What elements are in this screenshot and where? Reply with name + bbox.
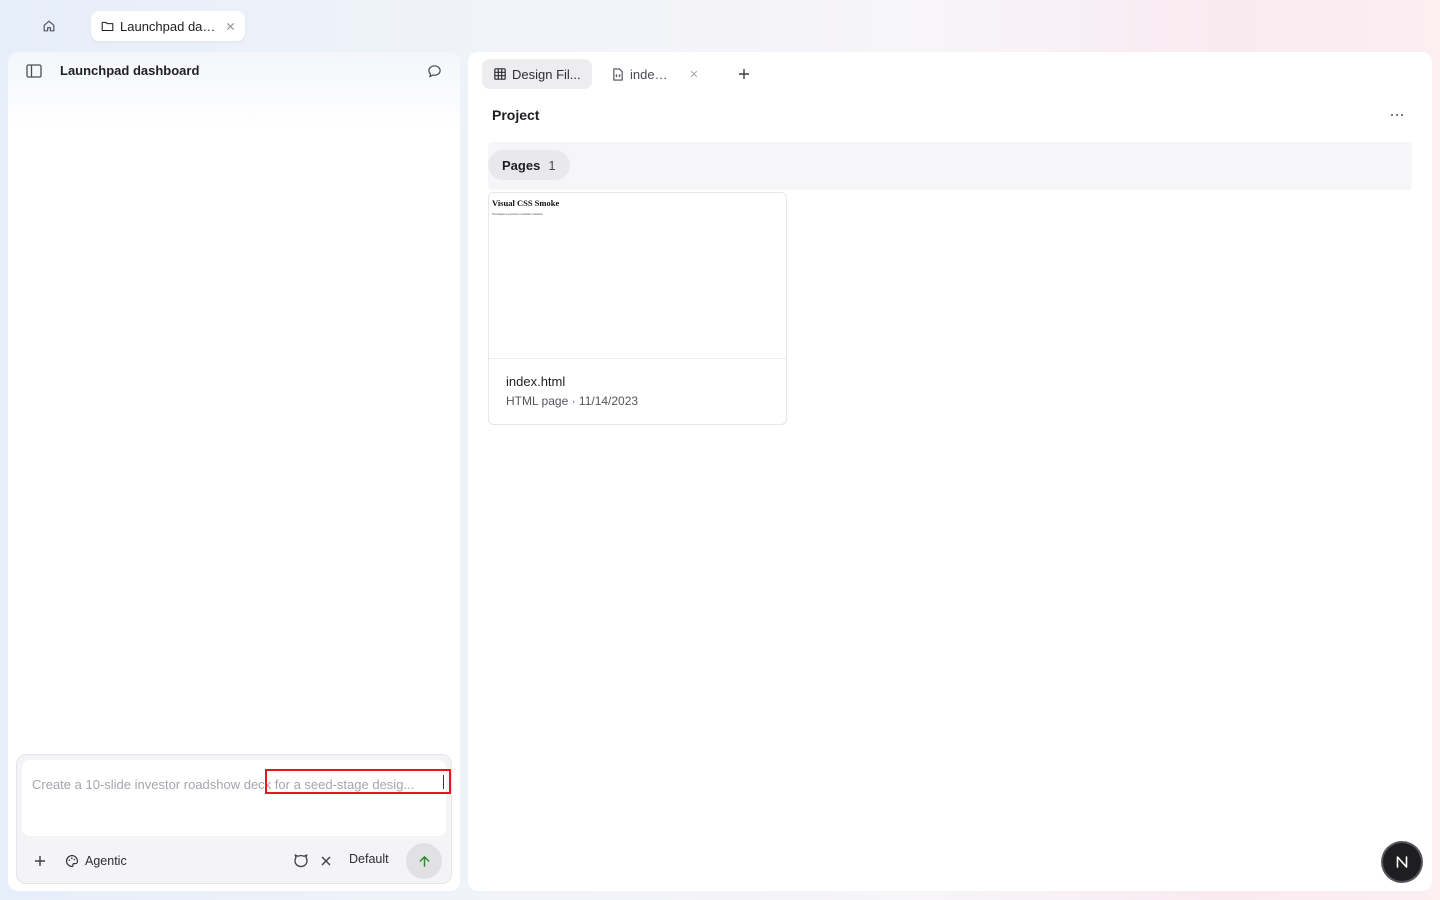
plus-icon[interactable] <box>31 852 49 870</box>
pet-icon[interactable] <box>292 852 310 870</box>
tab-design-files[interactable]: Design Fil... <box>482 59 592 89</box>
filter-count: 1 <box>548 157 556 173</box>
avatar[interactable] <box>1383 843 1421 881</box>
file-code-icon <box>612 67 624 81</box>
close-icon[interactable] <box>223 19 237 33</box>
palette-icon <box>65 854 79 868</box>
close-icon[interactable] <box>318 852 334 870</box>
page-card[interactable]: Visual CSS Smoke Workspace preview remai… <box>488 192 787 425</box>
filter-bar: Pages 1 <box>488 142 1412 190</box>
model-selector[interactable]: Default <box>349 852 389 866</box>
mode-selector[interactable]: Agentic <box>65 850 127 872</box>
thumbnail-subtitle: Workspace preview remains framed. <box>492 212 544 216</box>
send-button[interactable] <box>406 843 442 879</box>
page-thumbnail: Visual CSS Smoke Workspace preview remai… <box>489 193 786 359</box>
plus-icon[interactable] <box>736 66 752 82</box>
home-icon[interactable] <box>34 12 64 40</box>
prompt-input[interactable] <box>22 760 446 836</box>
window-tab-label: Launchpad das... <box>120 18 217 34</box>
window-tab-project[interactable]: Launchpad das... <box>91 11 245 41</box>
arrow-up-icon <box>418 855 431 868</box>
composer-toolbar: Agentic Default <box>17 843 451 879</box>
section-title: Project <box>492 107 540 123</box>
chat-panel: Launchpad dashboard Create a 10-slide in… <box>8 52 460 891</box>
close-icon[interactable] <box>688 68 700 80</box>
project-title: Launchpad dashboard <box>60 63 200 78</box>
page-name: index.html <box>506 374 566 389</box>
thumbnail-title: Visual CSS Smoke <box>492 198 560 208</box>
filter-label: Pages <box>502 157 541 173</box>
page-meta: HTML page · 11/14/2023 <box>506 394 639 408</box>
workspace-panel: Design Fil... index.... Project Pages 1 <box>468 52 1432 891</box>
n-logo-icon <box>1394 854 1410 870</box>
folder-icon <box>101 20 114 32</box>
tab-label: index.... <box>630 66 674 82</box>
prompt-composer: Agentic Default <box>16 754 452 884</box>
more-options-icon[interactable] <box>1386 106 1408 124</box>
mode-label: Agentic <box>85 854 127 868</box>
text-caret <box>443 775 444 789</box>
chat-header: Launchpad dashboard <box>8 52 460 90</box>
chat-bubble-icon[interactable] <box>424 62 444 80</box>
filter-chip-pages[interactable]: Pages 1 <box>488 150 570 180</box>
grid-icon <box>494 68 506 80</box>
sidebar-toggle-icon[interactable] <box>24 62 44 80</box>
window-titlebar: Launchpad das... <box>0 0 1440 52</box>
tab-label: Design Fil... <box>512 66 581 82</box>
tab-index-html[interactable]: index.... <box>608 59 704 89</box>
